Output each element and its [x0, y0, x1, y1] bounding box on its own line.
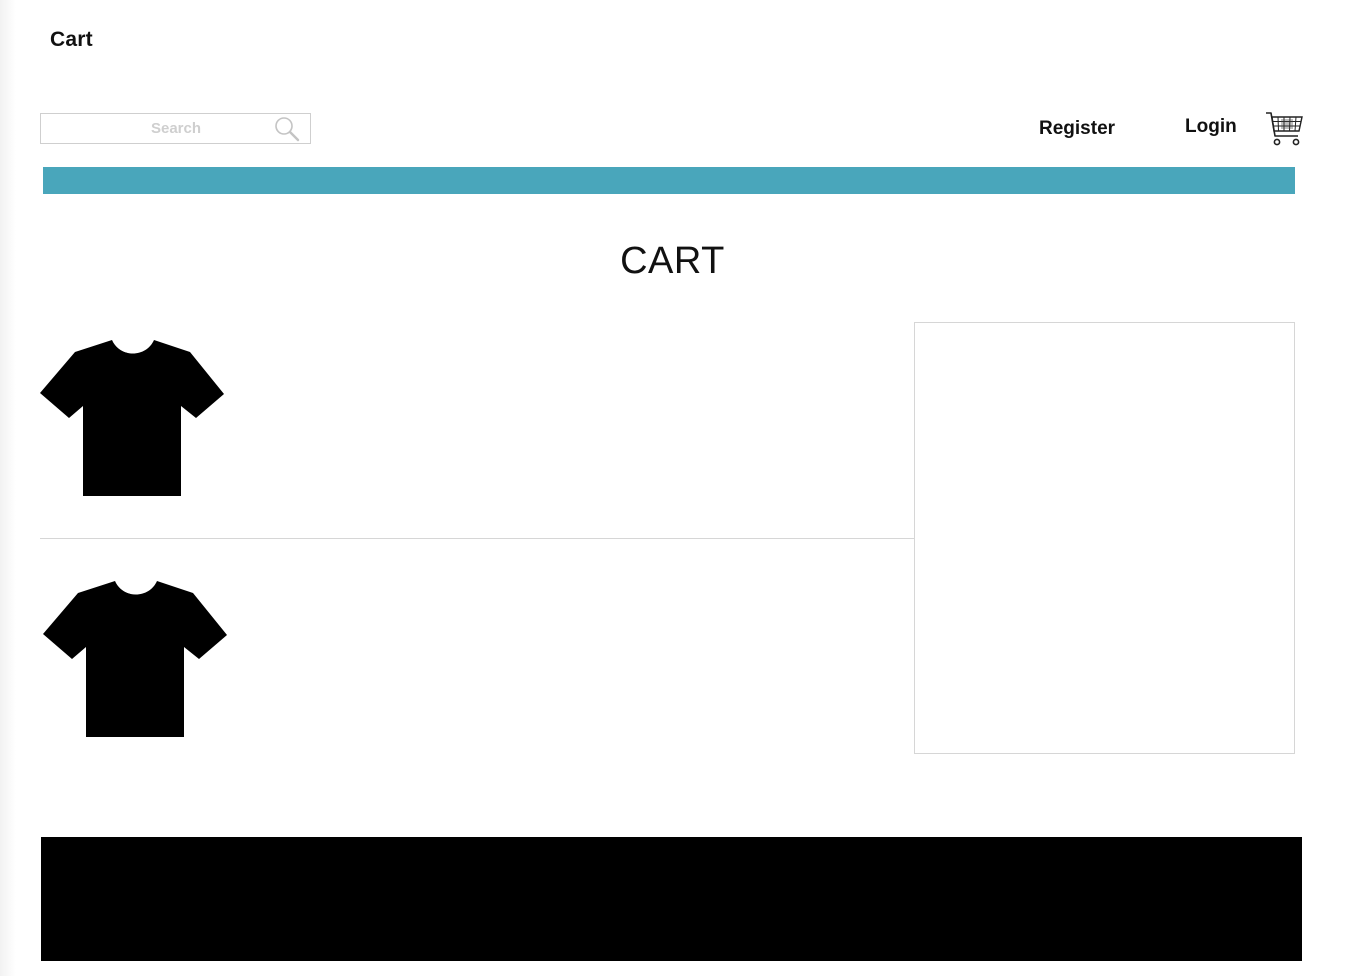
t-shirt-icon[interactable] [40, 338, 226, 498]
search-box[interactable] [40, 113, 311, 144]
login-link[interactable]: Login [1185, 116, 1237, 138]
footer [41, 837, 1302, 961]
cart-item [40, 539, 914, 759]
t-shirt-icon[interactable] [43, 579, 229, 739]
order-summary-panel [914, 322, 1295, 754]
search-input[interactable] [41, 114, 271, 143]
shopping-cart-icon[interactable] [1264, 110, 1304, 148]
cart-list [40, 322, 914, 759]
accent-bar [43, 167, 1295, 194]
window-edge-shade [0, 0, 16, 976]
page: Cart Register Login CART [0, 0, 1372, 976]
page-heading: CART [620, 240, 725, 282]
register-link[interactable]: Register [1039, 118, 1115, 140]
cart-item [40, 322, 914, 539]
search-icon[interactable] [274, 116, 300, 142]
window-title: Cart [50, 28, 93, 51]
